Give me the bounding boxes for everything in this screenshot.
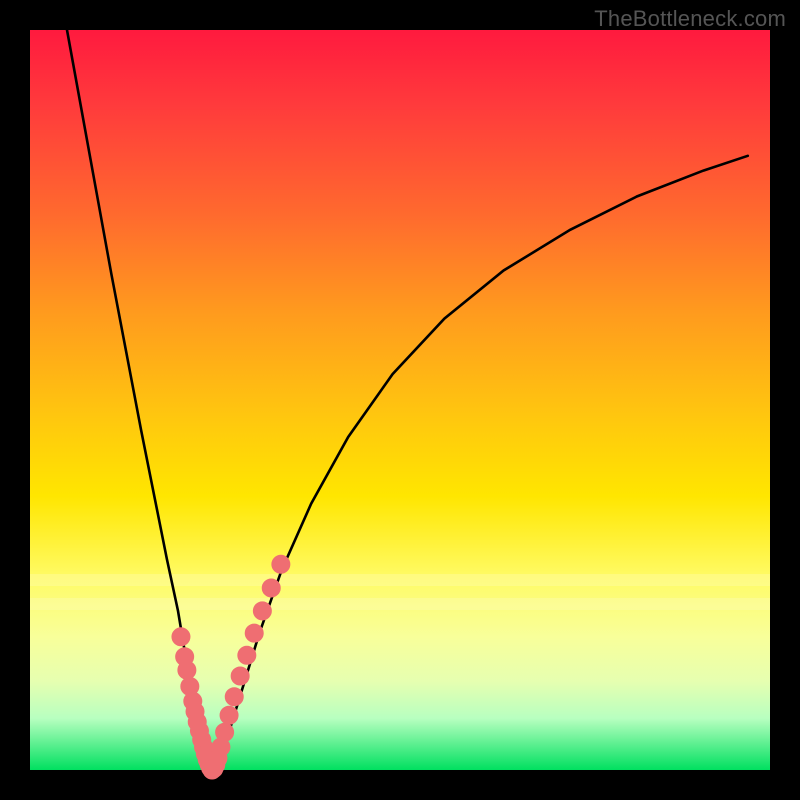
marker-dot: [178, 661, 196, 679]
marker-dot: [172, 628, 190, 646]
marker-dot: [238, 646, 256, 664]
marker-dot: [245, 624, 263, 642]
marker-dot: [225, 688, 243, 706]
marker-dot: [262, 579, 280, 597]
curve-right-arm: [212, 156, 748, 770]
marker-dot: [216, 723, 234, 741]
marker-dot: [272, 555, 290, 573]
marker-dot: [220, 706, 238, 724]
watermark-text: TheBottleneck.com: [594, 6, 786, 32]
marker-dot: [253, 602, 271, 620]
plot-area: [30, 30, 770, 770]
marker-dot: [231, 667, 249, 685]
marker-cluster: [172, 555, 290, 779]
curve-layer: [30, 30, 770, 770]
chart-frame: TheBottleneck.com: [0, 0, 800, 800]
